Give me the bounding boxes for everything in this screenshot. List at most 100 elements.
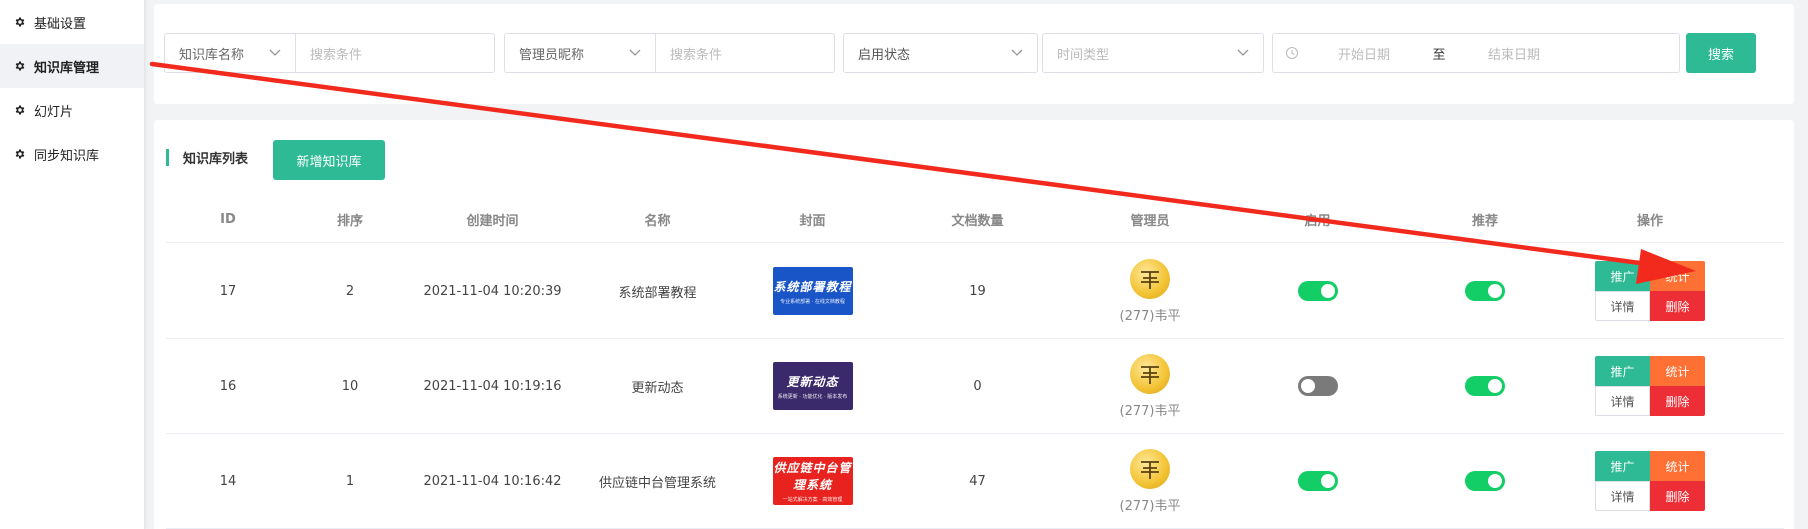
row-actions: 推广 统计 详情 删除 — [1595, 261, 1705, 321]
recommended-toggle[interactable] — [1465, 471, 1505, 491]
cell-doc-count: 47 — [969, 473, 986, 489]
sidebar-item-label: 同步知识库 — [34, 148, 100, 164]
cell-id: 14 — [219, 473, 237, 489]
col-id: ID — [220, 211, 236, 227]
admin-info: (277)韦平 — [1119, 448, 1181, 514]
table-header: ID 排序 创建时间 名称 封面 文档数量 管理员 启用 推荐 操作 — [166, 196, 1784, 243]
kb-field-label: 知识库名称 — [179, 47, 245, 63]
status-select[interactable]: 启用状态 — [843, 33, 1038, 73]
add-kb-button[interactable]: 新增知识库 — [273, 140, 385, 180]
title-accent-bar — [166, 149, 169, 166]
status-select-label: 启用状态 — [858, 47, 911, 63]
chevron-down-icon — [1011, 49, 1023, 56]
sidebar-item-label: 幻灯片 — [34, 104, 74, 120]
gear-icon — [14, 16, 26, 28]
row-actions: 推广 统计 详情 删除 — [1595, 451, 1705, 511]
date-separator: 至 — [1432, 47, 1446, 63]
clock-icon — [1285, 46, 1299, 60]
enabled-toggle[interactable] — [1297, 376, 1338, 396]
start-date-input[interactable]: 开始日期 — [1299, 44, 1429, 63]
cover-image[interactable]: 更新动态 系统更新 · 功能优化 · 版本发布 — [772, 362, 853, 410]
delete-button[interactable]: 删除 — [1650, 386, 1705, 416]
cell-cover: 供应链中台管理系统一站式解决方案 · 高效管理 — [740, 434, 885, 528]
detail-button[interactable]: 详情 — [1595, 386, 1650, 416]
avatar-glyph-icon — [1141, 365, 1159, 384]
table-row: 16 10 2021-11-04 10:19:16 更新动态 更新动态 系统更新 · 功能… — [166, 339, 1784, 434]
cover-subtitle: 专业系统部署 · 在线文档教程 — [780, 298, 845, 305]
cell-id: 16 — [219, 378, 237, 394]
promote-button[interactable]: 推广 — [1595, 356, 1650, 386]
enabled-toggle[interactable] — [1297, 471, 1338, 491]
cell-actions: 推广 统计 详情 删除 — [1565, 339, 1735, 433]
cell-cover: 更新动态 系统更新 · 功能优化 · 版本发布 — [740, 339, 885, 433]
end-date-input[interactable]: 结束日期 — [1449, 44, 1579, 63]
sidebar-item-slides[interactable]: 幻灯片 — [0, 88, 144, 132]
cell-actions: 推广 统计 详情 删除 — [1565, 244, 1735, 338]
sidebar-item-sync-kb[interactable]: 同步知识库 — [0, 132, 144, 176]
sidebar-item-basic-settings[interactable]: 基础设置 — [0, 0, 144, 44]
cell-recommended — [1405, 434, 1565, 528]
chevron-down-icon — [1237, 49, 1249, 56]
list-title-text: 知识库列表 — [183, 152, 249, 167]
detail-button[interactable]: 详情 — [1595, 481, 1650, 511]
admin-search-input[interactable]: 搜索条件 — [656, 34, 834, 72]
enabled-toggle[interactable] — [1297, 281, 1338, 301]
cover-title: 供应链中台管理系统 — [773, 461, 852, 492]
cover-title: 系统部署教程 — [773, 279, 852, 294]
recommended-toggle[interactable] — [1465, 281, 1505, 301]
admin-search-placeholder: 搜索条件 — [670, 47, 723, 63]
admin-name: (277)韦平 — [1119, 498, 1181, 514]
toggle-knob — [1488, 474, 1502, 488]
search-button[interactable]: 搜索 — [1686, 33, 1756, 73]
cell-name: 供应链中台管理系统 — [598, 475, 716, 491]
col-cover: 封面 — [799, 213, 826, 229]
table-row: 14 1 2021-11-04 10:16:42 供应链中台管理系统 供应链中台管理系统… — [166, 434, 1784, 529]
cover-image[interactable]: 系统部署教程专业系统部署 · 在线文档教程 — [772, 267, 853, 315]
chevron-down-icon — [629, 49, 641, 56]
admin-filter-group: 管理员昵称 搜索条件 — [504, 33, 835, 73]
toggle-knob — [1320, 474, 1335, 488]
col-recommended: 推荐 — [1471, 213, 1498, 229]
cover-image[interactable]: 供应链中台管理系统一站式解决方案 · 高效管理 — [772, 457, 853, 505]
stats-button[interactable]: 统计 — [1650, 451, 1705, 481]
kb-search-placeholder: 搜索条件 — [310, 47, 363, 63]
admin-info: (277)韦平 — [1120, 353, 1180, 419]
stats-button[interactable]: 统计 — [1650, 261, 1705, 291]
avatar — [1130, 448, 1170, 489]
cell-cover: 系统部署教程专业系统部署 · 在线文档教程 — [740, 244, 885, 338]
promote-button[interactable]: 推广 — [1595, 261, 1650, 291]
delete-button[interactable]: 删除 — [1650, 481, 1705, 511]
avatar-glyph-icon — [1141, 460, 1159, 479]
cover-subtitle: 一站式解决方案 · 高效管理 — [782, 497, 843, 503]
gear-icon — [14, 104, 26, 116]
toggle-knob — [1300, 379, 1315, 393]
promote-button[interactable]: 推广 — [1595, 451, 1650, 481]
cover-subtitle: 系统更新 · 功能优化 · 版本发布 — [777, 393, 848, 400]
admin-field-select[interactable]: 管理员昵称 — [505, 34, 656, 72]
avatar — [1130, 258, 1170, 299]
col-admin: 管理员 — [1130, 213, 1170, 229]
time-type-select[interactable]: 时间类型 — [1042, 33, 1264, 73]
detail-button[interactable]: 详情 — [1595, 291, 1650, 321]
table-row: 17 2 2021-11-04 10:20:39 系统部署教程 系统部署教程 专业系统部署… — [166, 244, 1784, 339]
col-enabled: 启用 — [1304, 213, 1331, 229]
time-type-placeholder: 时间类型 — [1057, 47, 1110, 63]
toggle-knob — [1320, 284, 1335, 298]
cell-name: 更新动态 — [631, 380, 684, 396]
sidebar-item-kb-management[interactable]: 知识库管理 — [0, 44, 144, 88]
cell-sort: 10 — [341, 378, 359, 394]
date-range-picker[interactable]: 开始日期 至 结束日期 — [1272, 33, 1680, 73]
stats-button[interactable]: 统计 — [1650, 356, 1705, 386]
delete-button[interactable]: 删除 — [1650, 291, 1705, 321]
list-title: 知识库列表 — [166, 148, 248, 167]
kb-field-select[interactable]: 知识库名称 — [165, 34, 296, 72]
cell-sort: 2 — [345, 283, 355, 299]
cell-enabled — [1230, 434, 1405, 528]
recommended-toggle[interactable] — [1465, 376, 1505, 396]
kb-search-input[interactable]: 搜索条件 — [296, 34, 494, 72]
cell-doc-count: 19 — [969, 283, 986, 299]
cell-recommended — [1405, 244, 1565, 338]
filter-card: 知识库名称 搜索条件 管理员昵称 搜索条件 启用状态 时间类型 开始日期 至 结… — [154, 4, 1794, 104]
cell-created: 2021-11-04 10:16:42 — [423, 473, 562, 489]
admin-name: (277)韦平 — [1119, 308, 1181, 324]
